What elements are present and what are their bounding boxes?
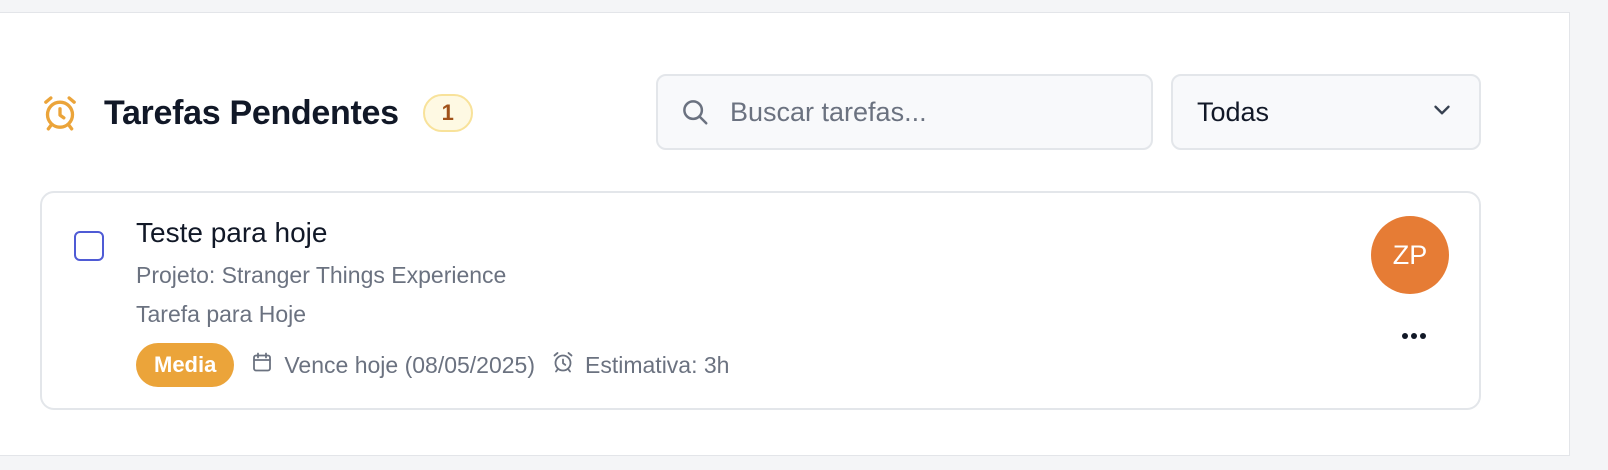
task-project: Projeto: Stranger Things Experience xyxy=(136,262,507,288)
page-title: Tarefas Pendentes xyxy=(104,93,399,132)
pending-tasks-panel: Tarefas Pendentes 1 Todas Teste para hoj… xyxy=(0,12,1570,456)
panel-header: Tarefas Pendentes 1 xyxy=(40,91,473,135)
more-options-button[interactable] xyxy=(1394,317,1434,357)
task-checkbox[interactable] xyxy=(74,231,104,261)
priority-badge: Media xyxy=(136,343,235,387)
alarm-clock-icon xyxy=(40,93,80,133)
assignee-avatar[interactable]: ZP xyxy=(1371,216,1449,294)
filter-selected-value: Todas xyxy=(1197,96,1270,127)
filter-select[interactable]: Todas xyxy=(1171,74,1481,150)
task-card[interactable]: Teste para hoje Projeto: Stranger Things… xyxy=(40,191,1481,410)
search-icon xyxy=(680,97,710,127)
search-box[interactable] xyxy=(656,74,1153,150)
due-date: Vence hoje (08/05/2025) xyxy=(250,350,535,380)
task-title: Teste para hoje xyxy=(136,217,328,248)
task-description: Tarefa para Hoje xyxy=(136,301,307,327)
calendar-icon xyxy=(250,350,284,380)
due-date-text: Vence hoje (08/05/2025) xyxy=(284,351,536,378)
estimate-text: Estimativa: 3h xyxy=(585,351,730,378)
search-input[interactable] xyxy=(728,95,1112,129)
chevron-down-icon xyxy=(1429,97,1455,128)
pending-count-badge: 1 xyxy=(422,94,473,132)
more-horizontal-icon xyxy=(1400,328,1428,346)
task-meta: Media Vence hoje (08/05/2025) Estimativa… xyxy=(136,343,729,387)
estimate: Estimativa: 3h xyxy=(551,350,729,380)
alarm-clock-icon xyxy=(551,350,585,380)
